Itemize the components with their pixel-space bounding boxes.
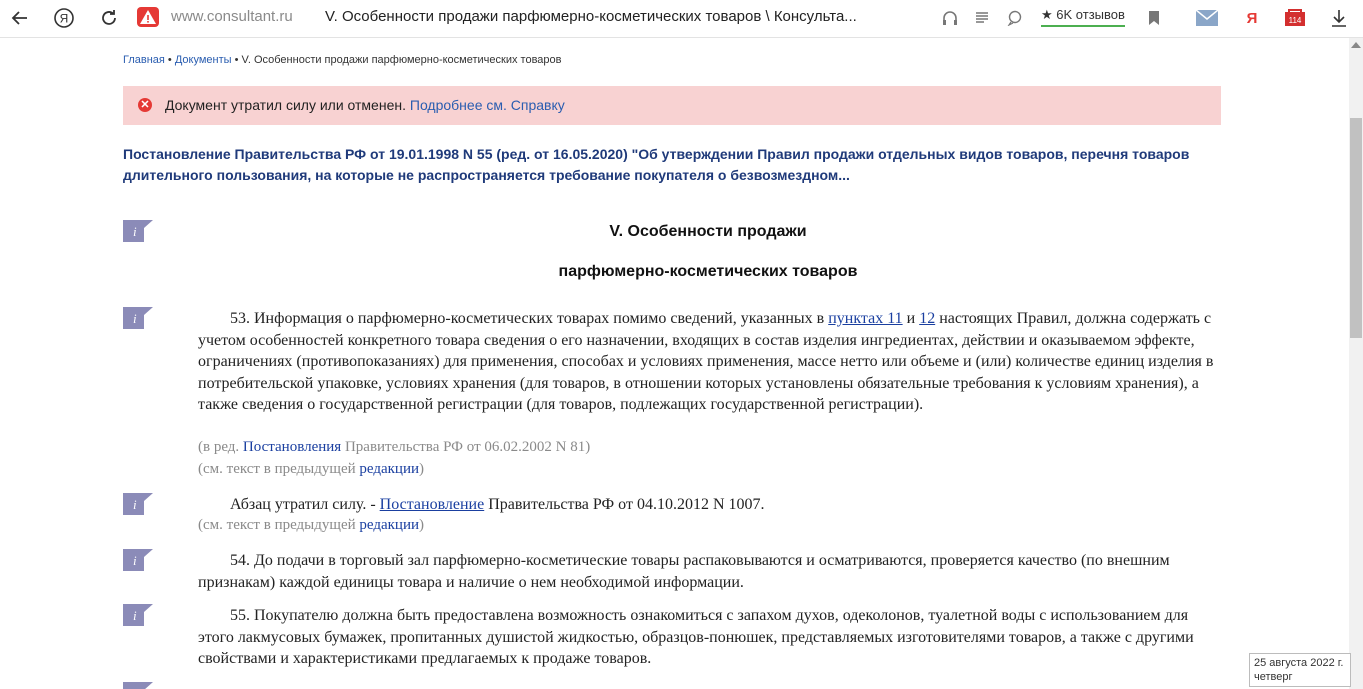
svg-text:i: i <box>133 311 137 326</box>
note-text: ) <box>419 517 425 533</box>
mail-count-badge: 114 <box>1289 16 1302 25</box>
svg-text:Я: Я <box>60 12 69 26</box>
svg-text:i: i <box>133 497 137 512</box>
breadcrumb-documents-link[interactable]: Документы <box>175 54 232 66</box>
yandex-mail-badge-icon[interactable]: 114 <box>1283 6 1307 30</box>
reload-icon[interactable] <box>97 6 121 30</box>
star-icon: ★ <box>1041 7 1053 22</box>
link-point-11[interactable]: пунктах 11 <box>828 310 902 327</box>
security-warning-icon[interactable] <box>137 7 159 27</box>
previous-edition-link[interactable]: редакции <box>359 517 419 533</box>
svg-text:i: i <box>133 553 137 568</box>
breadcrumb-separator: • <box>231 54 242 66</box>
amendment-note: (в ред. Постановления Правительства РФ о… <box>198 439 590 456</box>
note-text: (в ред. <box>198 439 243 455</box>
section-heading-line2: парфюмерно-косметических товаров <box>558 263 858 280</box>
breadcrumb-home-link[interactable]: Главная <box>123 54 165 66</box>
mail-icon[interactable] <box>1195 6 1219 30</box>
link-point-12[interactable]: 12 <box>919 310 935 327</box>
note-text: (см. текст в предыдущей <box>198 517 360 533</box>
download-icon[interactable] <box>1327 6 1351 30</box>
reader-mode-icon[interactable] <box>970 6 994 30</box>
bookmark-icon[interactable] <box>1142 6 1166 30</box>
alert-help-link[interactable]: Подробнее см. Справку <box>410 97 565 113</box>
paragraph-text: и <box>902 310 920 327</box>
info-icon[interactable]: i <box>123 307 153 329</box>
note-text: (см. текст в предыдущей <box>198 461 360 477</box>
yandex-icon[interactable]: Я <box>1240 6 1264 30</box>
svg-text:i: i <box>133 608 137 623</box>
breadcrumb-current: V. Особенности продажи парфюмерно-космет… <box>241 54 562 66</box>
info-icon[interactable]: i <box>123 549 153 571</box>
paragraph-repealed: Абзац утратил силу. - Постановление Прав… <box>198 494 1218 516</box>
section-heading-line1: V. Особенности продажи <box>609 223 807 240</box>
paragraph-text: Абзац утратил силу. - <box>230 496 380 513</box>
page-tab-title[interactable]: V. Особенности продажи парфюмерно-космет… <box>325 8 900 25</box>
info-icon[interactable]: i <box>123 493 153 515</box>
document-title-link[interactable]: Постановление Правительства РФ от 19.01.… <box>123 144 1203 186</box>
paragraph-text: Правительства РФ от 04.10.2012 N 1007. <box>484 496 765 513</box>
repealed-alert: ✕ Документ утратил силу или отменен. Под… <box>123 86 1221 125</box>
paragraph-text: 54. До подачи в торговый зал парфюмерно-… <box>198 552 1170 591</box>
breadcrumb: Главная • Документы • V. Особенности про… <box>123 54 561 66</box>
document-content: Главная • Документы • V. Особенности про… <box>0 38 1349 689</box>
previous-edition-note: (см. текст в предыдущей редакции) <box>198 517 424 534</box>
alert-text: Документ утратил силу или отменен. Подро… <box>165 97 565 113</box>
chat-bubble-icon[interactable] <box>1003 6 1027 30</box>
note-text: ) <box>419 461 425 477</box>
info-icon[interactable]: i <box>123 604 153 626</box>
note-text: Правительства РФ от 06.02.2002 N 81) <box>341 439 591 455</box>
breadcrumb-separator: • <box>164 54 175 66</box>
amendment-link[interactable]: Постановления <box>243 439 341 455</box>
reviews-button[interactable]: ★ 6K отзывов <box>1041 7 1125 27</box>
browser-toolbar: Я www.consultant.ru V. Особенности прода… <box>0 0 1363 38</box>
paragraph-53: 53. Информация о парфюмерно-косметически… <box>198 308 1218 416</box>
scrollbar-thumb[interactable] <box>1350 118 1362 338</box>
url-domain[interactable]: www.consultant.ru <box>171 8 293 25</box>
headphones-icon[interactable] <box>938 6 962 30</box>
date-text: 25 августа 2022 г. <box>1254 657 1344 669</box>
paragraph-text: 53. Информация о парфюмерно-косметически… <box>230 310 829 327</box>
date-widget: 25 августа 2022 г. четверг <box>1249 653 1351 687</box>
previous-edition-link[interactable]: редакции <box>359 461 419 477</box>
info-icon[interactable]: i <box>123 220 153 242</box>
error-icon: ✕ <box>138 98 152 112</box>
paragraph-54: 54. До подачи в торговый зал парфюмерно-… <box>198 550 1218 593</box>
previous-edition-note: (см. текст в предыдущей редакции) <box>198 461 424 478</box>
resolution-link[interactable]: Постановление <box>380 496 485 513</box>
back-arrow-icon[interactable] <box>8 6 32 30</box>
reviews-label: 6K отзывов <box>1056 7 1125 22</box>
paragraph-text: 55. Покупателю должна быть предоставлена… <box>198 607 1194 667</box>
info-icon[interactable] <box>123 682 153 689</box>
svg-text:i: i <box>133 224 137 239</box>
yandex-logo-icon[interactable]: Я <box>52 6 76 30</box>
alert-message: Документ утратил силу или отменен. <box>165 97 406 113</box>
scroll-up-arrow-icon[interactable] <box>1351 42 1361 48</box>
paragraph-55: 55. Покупателю должна быть предоставлена… <box>198 605 1218 670</box>
weekday-text: четверг <box>1254 671 1293 683</box>
